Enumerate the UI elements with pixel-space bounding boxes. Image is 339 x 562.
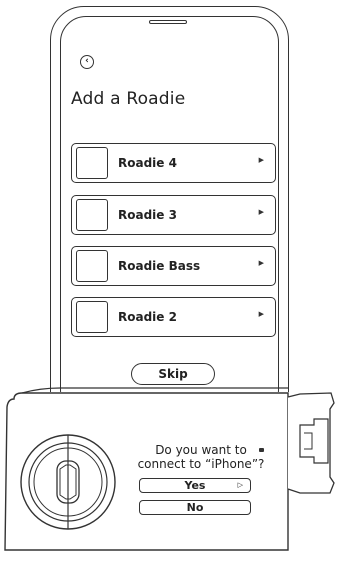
dialog-question-line2: connect to “iPhone”? (137, 457, 265, 471)
device-card-roadie-4[interactable]: Roadie 4 ▶ (71, 143, 276, 183)
caret-right-icon: ▶ (258, 156, 264, 164)
caret-right-icon: ▶ (258, 259, 264, 267)
no-button[interactable]: No (139, 500, 251, 515)
device-label: Roadie 2 (118, 310, 177, 324)
phone-speaker-notch (149, 20, 187, 24)
yes-label: Yes (184, 479, 206, 492)
device-label: Roadie Bass (118, 259, 201, 273)
page-title: Add a Roadie (71, 89, 186, 109)
device-thumbnail (76, 199, 108, 231)
dialog-question: Do you want to connect to “iPhone”? (116, 443, 286, 471)
roadie-device-drawing (4, 387, 335, 551)
device-card-roadie-bass[interactable]: Roadie Bass ▶ (71, 246, 276, 286)
back-button[interactable]: ‹ (80, 55, 94, 69)
yes-button[interactable]: Yes ▷ (139, 478, 251, 493)
device-label: Roadie 3 (118, 208, 177, 222)
device-label: Roadie 4 (118, 156, 177, 170)
device-top-edge (21, 387, 288, 394)
device-card-roadie-2[interactable]: Roadie 2 ▶ (71, 297, 276, 337)
device-card-roadie-3[interactable]: Roadie 3 ▶ (71, 195, 276, 235)
device-thumbnail (76, 250, 108, 282)
winder-dial (20, 434, 116, 530)
skip-button[interactable]: Skip (131, 363, 215, 385)
chevron-left-icon: ‹ (85, 56, 89, 66)
connector-slot (299, 418, 329, 464)
caret-right-icon: ▷ (237, 481, 243, 489)
device-thumbnail (76, 147, 108, 179)
dialog-question-line1: Do you want to (155, 443, 247, 457)
device-thumbnail (76, 301, 108, 333)
caret-right-icon: ▶ (258, 208, 264, 216)
caret-right-icon: ▶ (258, 310, 264, 318)
